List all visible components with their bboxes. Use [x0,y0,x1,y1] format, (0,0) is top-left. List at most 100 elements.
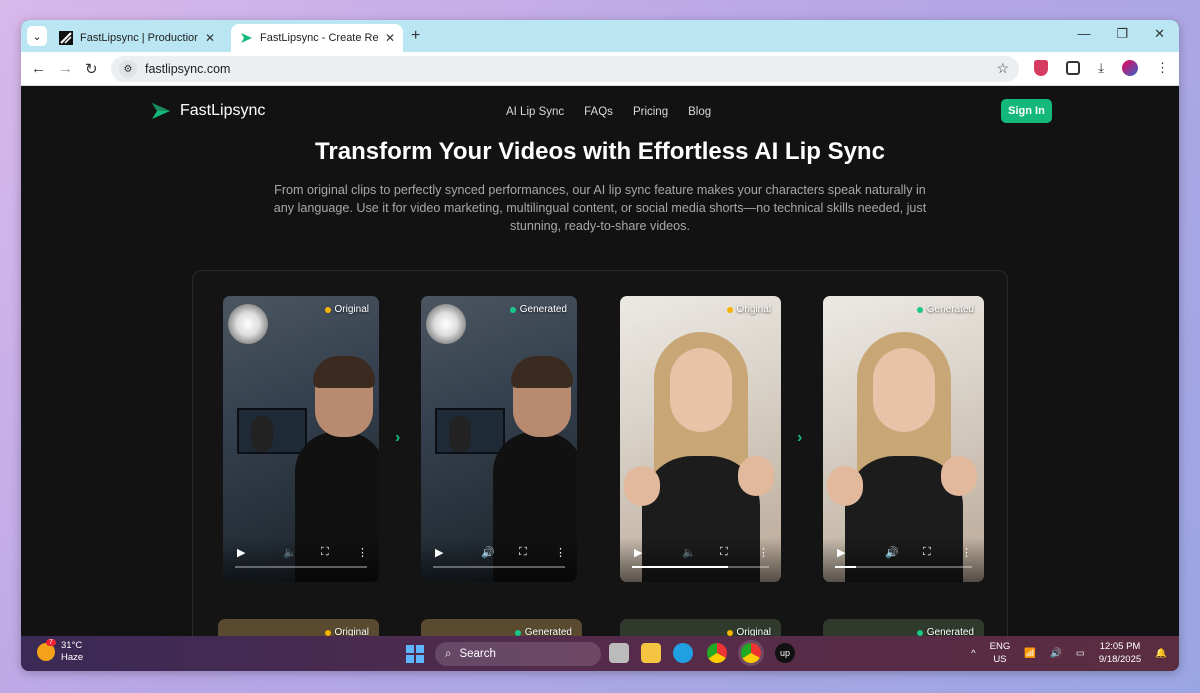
start-windows-icon[interactable] [406,645,424,663]
status-dot-icon [726,306,733,313]
studio-lamp [228,304,268,344]
chrome-icon[interactable] [707,643,727,663]
studio-microphone [251,416,273,452]
site-nav: AI Lip Sync FAQs Pricing Blog [506,106,711,118]
video-card-original-4[interactable]: Original [620,619,781,636]
badge-label: Generated [524,627,572,636]
play-icon[interactable]: ▶ [634,546,642,559]
fullscreen-icon[interactable]: ⛶ [321,546,329,559]
video-card-generated-3[interactable]: Generated [421,619,582,636]
address-bar[interactable]: ⚙ fastlipsync.com ☆ [111,56,1019,82]
clock[interactable]: 12:05 PM 9/18/2025 [1099,640,1141,666]
search-placeholder: Search [459,648,496,660]
more-options-icon[interactable]: ⋮ [357,546,368,559]
video-card-generated-1[interactable]: Generated ▶ 🔊 ⛶ ⋮ [421,296,577,582]
badge-label: Generated [926,304,974,315]
hero-subtitle: From original clips to perfectly synced … [273,183,927,233]
badge-label: Original [736,304,771,315]
back-icon[interactable]: ← [31,60,46,77]
edge-icon[interactable] [673,643,693,663]
nav-faqs[interactable]: FAQs [584,106,613,118]
volume-icon[interactable]: 🔊 [481,546,495,559]
video-controls: ▶ 🔊 ⛶ ⋮ [823,538,984,582]
tray-overflow-icon[interactable]: ^ [971,648,975,659]
notification-icon[interactable]: 🔔 [1155,648,1167,659]
nav-pricing[interactable]: Pricing [633,106,668,118]
status-dot-icon [726,629,733,636]
woman-face [873,348,935,432]
muted-volume-icon[interactable]: 🔈 [283,546,297,559]
restore-icon[interactable]: ❐ [1116,26,1128,42]
video-card-generated-4[interactable]: Generated [823,619,984,636]
badge-label: Original [334,304,369,315]
muted-volume-icon[interactable]: 🔈 [682,546,696,559]
arrow-right-icon: › [797,429,803,446]
close-tab-icon[interactable]: ✕ [205,31,215,45]
fastlipsync-favicon-icon [239,31,253,45]
tab-search-button[interactable]: ⌄ [27,26,47,46]
chrome-active-icon[interactable] [741,643,761,663]
fullscreen-icon[interactable]: ⛶ [923,546,931,559]
nav-ai-lip-sync[interactable]: AI Lip Sync [506,106,564,118]
site-info-icon[interactable]: ⚙ [119,60,137,78]
original-badge: Original [726,304,771,315]
toolbar-icons: ⤓ ⋮ [1034,60,1169,76]
nav-blog[interactable]: Blog [688,106,711,118]
fullscreen-icon[interactable]: ⛶ [519,546,527,559]
forward-icon[interactable]: → [58,60,73,77]
windows-taskbar: 7 31°C Haze ⌕ Search up ^ ENG US 📶 🔊 ▭ 1… [21,636,1179,671]
upwork-icon[interactable]: up [775,643,795,663]
site-logo[interactable]: FastLipsync [151,102,265,120]
close-window-icon[interactable]: ✕ [1154,26,1165,42]
reload-icon[interactable]: ↻ [85,60,98,78]
play-icon[interactable]: ▶ [237,546,245,559]
task-view-icon[interactable] [609,643,629,663]
original-badge: Original [324,627,369,636]
tab-sanity[interactable]: FastLipsync | Production | Sanity ✕ [51,24,223,52]
battery-icon[interactable]: ▭ [1076,648,1085,659]
play-icon[interactable]: ▶ [837,546,845,559]
extensions-icon[interactable] [1066,61,1081,75]
badge-label: Original [334,627,369,636]
fullscreen-icon[interactable]: ⛶ [720,546,728,559]
tab-fastlipsync[interactable]: FastLipsync - Create Realistic Lip ✕ [231,24,403,52]
download-icon[interactable]: ⤓ [1098,60,1104,76]
volume-icon[interactable]: 🔊 [885,546,899,559]
language-indicator[interactable]: ENG US [990,640,1011,666]
browser-toolbar: ← → ↻ ⚙ fastlipsync.com ☆ ⤓ ⋮ [21,52,1179,86]
more-options-icon[interactable]: ⋮ [961,546,972,559]
weather-desc: Haze [61,652,84,663]
video-progress-bar[interactable] [632,566,769,568]
video-progress-bar[interactable] [433,566,565,568]
video-card-generated-2[interactable]: Generated ▶ 🔊 ⛶ ⋮ [823,296,984,582]
minimize-icon[interactable]: — [1077,26,1090,42]
menu-kebab-icon[interactable]: ⋮ [1156,60,1169,76]
video-card-original-3[interactable]: Original [218,619,379,636]
video-progress-bar[interactable] [835,566,972,568]
clock-date: 9/18/2025 [1098,654,1142,665]
sign-in-button[interactable]: Sign In [1001,99,1052,123]
original-badge: Original [324,304,369,315]
video-card-original-2[interactable]: Original ▶ 🔈 ⛶ ⋮ [620,296,781,582]
video-progress-bar[interactable] [235,566,367,568]
profile-avatar-icon[interactable] [1122,60,1138,76]
speaker-icon[interactable]: 🔊 [1050,648,1062,659]
window-controls: — ❐ ✕ [1077,26,1165,42]
ublock-shield-icon[interactable] [1034,60,1049,76]
more-options-icon[interactable]: ⋮ [758,546,769,559]
arrow-right-icon: › [395,429,401,446]
studio-microphone [449,416,471,452]
video-card-original-1[interactable]: Original ▶ 🔈 ⛶ ⋮ [223,296,379,582]
logo-play-icon [152,103,170,119]
file-explorer-icon[interactable] [641,643,661,663]
play-icon[interactable]: ▶ [435,546,443,559]
close-tab-icon[interactable]: ✕ [385,31,395,45]
taskbar-search[interactable]: ⌕ Search [435,642,601,666]
weather-widget[interactable]: 7 31°C Haze [37,639,84,664]
bookmark-star-icon[interactable]: ☆ [996,60,1009,77]
logo-text: FastLipsync [180,102,266,119]
wifi-icon[interactable]: 📶 [1024,648,1036,659]
new-tab-button[interactable]: + [411,27,420,45]
woman-face [670,348,732,432]
more-options-icon[interactable]: ⋮ [555,546,566,559]
